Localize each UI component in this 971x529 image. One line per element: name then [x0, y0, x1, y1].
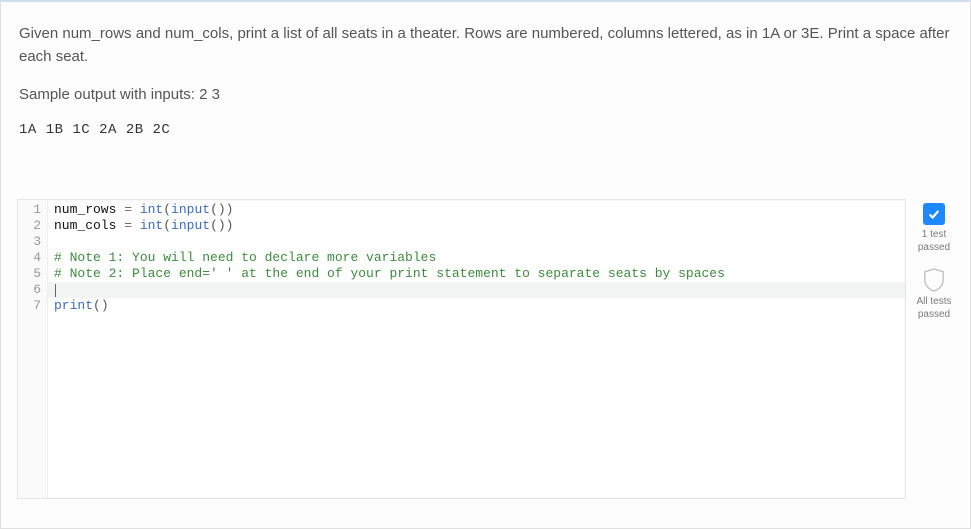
- line-number-gutter: 1 2 3 4 5 6 7: [18, 200, 48, 498]
- line-number: 1: [18, 202, 41, 218]
- code-content[interactable]: num_rows = int(input()) num_cols = int(i…: [48, 200, 905, 314]
- status-all-tests: All tests passed: [912, 268, 956, 321]
- sample-output: 1A 1B 1C 2A 2B 2C: [19, 120, 952, 142]
- line-number: 7: [18, 298, 41, 314]
- status-label: 1 test passed: [918, 229, 950, 254]
- code-editor[interactable]: 1 2 3 4 5 6 7 num_rows = int(input()) nu…: [17, 199, 906, 499]
- line-number: 5: [18, 266, 41, 282]
- panel: Given num_rows and num_cols, print a lis…: [0, 0, 971, 529]
- shield-icon: [923, 268, 945, 292]
- text-cursor: [55, 284, 56, 297]
- code-line[interactable]: # Note 1: You will need to declare more …: [54, 250, 905, 266]
- code-line[interactable]: num_rows = int(input()): [54, 202, 905, 218]
- line-number: 2: [18, 218, 41, 234]
- test-status-sidebar: 1 test passed All tests passed: [906, 199, 962, 499]
- status-label: All tests passed: [916, 296, 951, 321]
- code-line[interactable]: # Note 2: Place end=' ' at the end of yo…: [54, 266, 905, 282]
- sample-intro: Sample output with inputs: 2 3: [19, 83, 952, 106]
- status-one-test: 1 test passed: [912, 203, 956, 254]
- check-icon: [923, 203, 945, 225]
- problem-text: Given num_rows and num_cols, print a lis…: [19, 22, 952, 69]
- problem-statement: Given num_rows and num_cols, print a lis…: [1, 2, 970, 165]
- code-line[interactable]: [54, 234, 905, 250]
- line-number: 3: [18, 234, 41, 250]
- code-line-active[interactable]: [48, 282, 905, 298]
- line-number: 4: [18, 250, 41, 266]
- code-line[interactable]: print(): [54, 298, 905, 314]
- code-line[interactable]: num_cols = int(input()): [54, 218, 905, 234]
- work-area: 1 2 3 4 5 6 7 num_rows = int(input()) nu…: [1, 199, 970, 507]
- line-number: 6: [18, 282, 41, 298]
